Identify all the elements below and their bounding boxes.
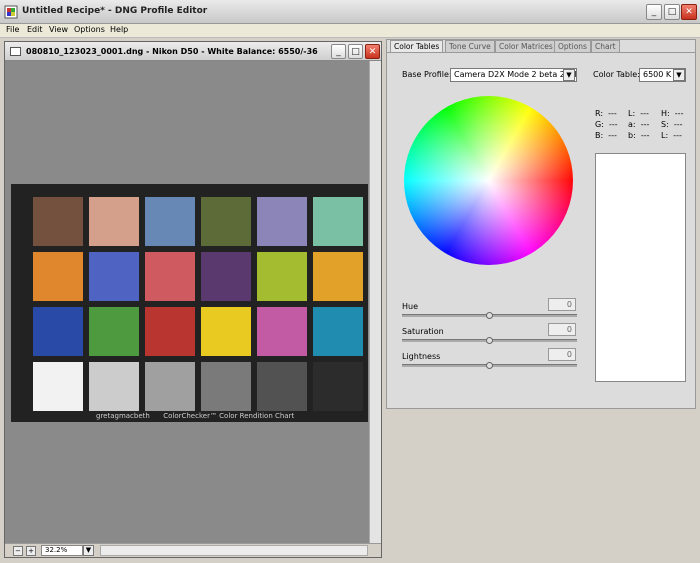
base-profile-label: Base Profile:: [402, 70, 452, 79]
menu-view[interactable]: View: [49, 25, 68, 34]
color-patch[interactable]: [145, 197, 195, 246]
color-patch[interactable]: [33, 307, 83, 356]
color-patch[interactable]: [201, 307, 251, 356]
color-patch[interactable]: [33, 197, 83, 246]
readout-b-lab: b: ---: [628, 131, 650, 140]
tab-tone-curve[interactable]: Tone Curve: [445, 40, 495, 52]
zoom-in-button[interactable]: +: [26, 546, 36, 556]
saturation-slider-thumb[interactable]: [486, 337, 493, 344]
readout-b: B: ---: [595, 131, 617, 140]
zoom-out-button[interactable]: −: [13, 546, 23, 556]
color-patch[interactable]: [313, 197, 363, 246]
color-patch[interactable]: [313, 307, 363, 356]
hue-slider-thumb[interactable]: [486, 312, 493, 319]
minimize-button[interactable]: _: [646, 4, 662, 20]
color-patch[interactable]: [89, 307, 139, 356]
zoom-level-field[interactable]: 32.2%: [41, 545, 83, 556]
doc-maximize-button[interactable]: □: [348, 44, 363, 59]
color-table-list[interactable]: [595, 153, 686, 382]
color-tables-content: Base Profile: Camera D2X Mode 2 beta 2 (…: [387, 52, 695, 408]
app-title: Untitled Recipe* - DNG Profile Editor: [22, 6, 208, 16]
saturation-label: Saturation: [402, 327, 444, 336]
tab-options[interactable]: Options: [554, 40, 591, 52]
document-icon: [10, 47, 21, 56]
menu-file[interactable]: File: [6, 25, 19, 34]
saturation-value-field[interactable]: 0: [548, 323, 576, 336]
readout-l: L: ---: [628, 109, 649, 118]
document-horizontal-scrollbar[interactable]: [100, 545, 368, 556]
readout-r: R: ---: [595, 109, 617, 118]
color-patch[interactable]: [89, 252, 139, 301]
lightness-label: Lightness: [402, 352, 441, 361]
tab-color-matrices[interactable]: Color Matrices: [495, 40, 557, 52]
readout-h: H: ---: [661, 109, 684, 118]
color-wheel[interactable]: [404, 96, 573, 265]
color-patch[interactable]: [257, 362, 307, 411]
image-document-window: 080810_123023_0001.dng - Nikon D50 - Whi…: [4, 41, 382, 558]
chart-name: ColorChecker™ Color Rendition Chart: [163, 412, 295, 420]
color-patch[interactable]: [145, 252, 195, 301]
chevron-down-icon[interactable]: ▼: [673, 69, 685, 81]
color-patch[interactable]: [201, 197, 251, 246]
chevron-down-icon[interactable]: ▼: [563, 69, 575, 81]
maximize-button[interactable]: □: [664, 4, 680, 20]
menu-help[interactable]: Help: [110, 25, 128, 34]
doc-minimize-button[interactable]: _: [331, 44, 346, 59]
document-title-bar[interactable]: 080810_123023_0001.dng - Nikon D50 - Whi…: [5, 42, 381, 61]
menu-bar: File Edit View Options Help: [0, 24, 700, 38]
close-button[interactable]: ✕: [681, 4, 697, 20]
color-patch[interactable]: [89, 197, 139, 246]
app-title-bar[interactable]: Untitled Recipe* - DNG Profile Editor _ …: [0, 0, 700, 24]
hue-value-field[interactable]: 0: [548, 298, 576, 311]
chart-caption: gretagmacbeth ColorChecker™ Color Rendit…: [96, 412, 294, 420]
color-table-label: Color Table:: [593, 70, 640, 79]
color-patch[interactable]: [257, 252, 307, 301]
color-patch[interactable]: [145, 307, 195, 356]
color-patch[interactable]: [201, 252, 251, 301]
color-patch[interactable]: [313, 252, 363, 301]
app-icon: [4, 5, 18, 19]
color-patch[interactable]: [313, 362, 363, 411]
chart-brand: gretagmacbeth: [96, 412, 150, 420]
doc-close-button[interactable]: ✕: [365, 44, 380, 59]
tab-chart[interactable]: Chart: [591, 40, 620, 52]
document-status-bar: − + 32.2% ▼: [5, 543, 381, 557]
color-patch[interactable]: [33, 252, 83, 301]
base-profile-select[interactable]: Camera D2X Mode 2 beta 2 (Nil: [450, 68, 577, 82]
color-patch[interactable]: [145, 362, 195, 411]
lightness-value-field[interactable]: 0: [548, 348, 576, 361]
menu-options[interactable]: Options: [74, 25, 105, 34]
color-patch[interactable]: [33, 362, 83, 411]
colorchecker-photo[interactable]: gretagmacbeth ColorChecker™ Color Rendit…: [11, 184, 368, 422]
color-patch[interactable]: [201, 362, 251, 411]
menu-edit[interactable]: Edit: [27, 25, 43, 34]
document-vertical-scrollbar[interactable]: [369, 61, 381, 543]
readout-a: a: ---: [628, 120, 650, 129]
hue-label: Hue: [402, 302, 419, 311]
editor-panel: Color Tables Tone Curve Color Matrices O…: [386, 39, 696, 409]
document-title: 080810_123023_0001.dng - Nikon D50 - Whi…: [26, 47, 318, 56]
color-patch[interactable]: [257, 197, 307, 246]
zoom-dropdown-button[interactable]: ▼: [83, 545, 94, 556]
color-patch[interactable]: [89, 362, 139, 411]
readout-l-hsl: L: ---: [661, 131, 682, 140]
readout-s: S: ---: [661, 120, 683, 129]
readout-g: G: ---: [595, 120, 618, 129]
color-patch[interactable]: [257, 307, 307, 356]
lightness-slider-thumb[interactable]: [486, 362, 493, 369]
